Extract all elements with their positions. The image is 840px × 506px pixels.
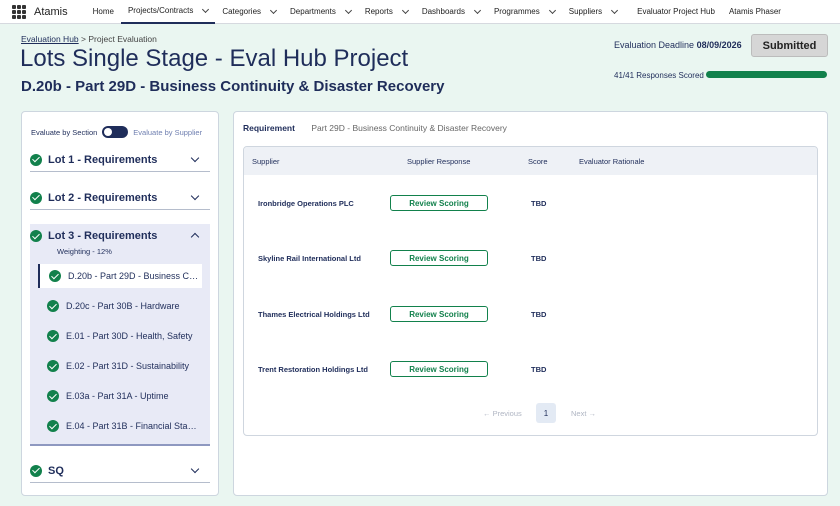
chevron-up-icon	[190, 232, 200, 242]
score-value: TBD	[531, 365, 547, 374]
requirement-item[interactable]: D.20c - Part 30B - Hardware	[38, 294, 202, 318]
score-value: TBD	[531, 254, 547, 263]
page-title: Lots Single Stage - Eval Hub Project	[20, 45, 409, 72]
column-evaluator-rationale: Evaluator Rationale	[579, 157, 645, 166]
review-scoring-button[interactable]: Review Scoring	[390, 361, 488, 377]
app-name[interactable]: Atamis	[34, 6, 68, 18]
requirement-item[interactable]: E.02 - Part 31D - Sustainability	[38, 354, 202, 378]
score-value: TBD	[531, 310, 547, 319]
nav-departments[interactable]: Departments	[283, 0, 358, 24]
requirement-item[interactable]: E.01 - Part 30D - Health, Safety	[38, 324, 202, 348]
review-scoring-button[interactable]: Review Scoring	[390, 250, 488, 266]
requirement-item[interactable]: D.20b - Part 29D - Business Continuity &…	[38, 264, 202, 288]
evaluate-mode-toggle-row: Evaluate by Section Evaluate by Supplier	[31, 126, 202, 138]
breadcrumb-current: Project Evaluation	[88, 34, 157, 44]
check-circle-icon	[47, 390, 59, 402]
check-circle-icon	[47, 330, 59, 342]
breadcrumb-separator: >	[81, 34, 86, 44]
breadcrumb: Evaluation Hub > Project Evaluation	[21, 34, 157, 44]
nav-programmes[interactable]: Programmes	[487, 0, 562, 24]
supplier-name: Ironbridge Operations PLC	[258, 199, 354, 208]
table-header: Supplier Supplier Response Score Evaluat…	[244, 147, 817, 175]
responses-progress-bar	[706, 71, 827, 78]
nav-evaluator-project-hub[interactable]: Evaluator Project Hub	[630, 0, 722, 24]
requirement-item[interactable]: E.04 - Part 31B - Financial Standing	[38, 414, 202, 438]
table-row: Skyline Rail International Ltd Review Sc…	[244, 230, 817, 285]
supplier-name: Skyline Rail International Ltd	[258, 254, 361, 263]
submitted-button[interactable]: Submitted	[751, 34, 828, 57]
toggle-label-section: Evaluate by Section	[31, 127, 98, 137]
chevron-down-icon	[611, 6, 619, 14]
requirement-summary: Requirement Part 29D - Business Continui…	[243, 123, 507, 133]
nav-suppliers[interactable]: Suppliers	[562, 0, 624, 24]
evaluate-mode-toggle[interactable]	[102, 126, 129, 138]
next-page-button[interactable]: Next →	[571, 409, 596, 418]
column-supplier-response: Supplier Response	[407, 157, 471, 166]
toggle-label-supplier: Evaluate by Supplier	[133, 127, 203, 137]
nav-atamis-phaser[interactable]: Atamis Phaser	[722, 0, 788, 24]
check-circle-icon	[47, 420, 59, 432]
responses-table: Supplier Supplier Response Score Evaluat…	[243, 146, 818, 436]
progress-fill	[706, 71, 827, 78]
app-launcher-icon[interactable]	[12, 4, 26, 19]
table-row: Thames Electrical Holdings Ltd Review Sc…	[244, 286, 817, 341]
table-row: Trent Restoration Holdings Ltd Review Sc…	[244, 341, 817, 396]
check-circle-icon	[47, 300, 59, 312]
lot-2-header[interactable]: Lot 2 - Requirements	[30, 186, 210, 210]
chevron-down-icon	[190, 153, 200, 163]
chevron-down-icon	[269, 6, 278, 14]
top-nav: Atamis Home Projects/Contracts Categorie…	[0, 0, 840, 24]
chevron-down-icon	[548, 6, 556, 14]
requirement-item[interactable]: E.03a - Part 31A - Uptime	[38, 384, 202, 408]
nav-home[interactable]: Home	[86, 0, 121, 24]
lot-3-header[interactable]: Lot 3 - Requirements	[30, 224, 210, 248]
column-score: Score	[528, 157, 548, 166]
check-circle-icon	[47, 360, 59, 372]
check-circle-icon	[30, 464, 42, 477]
sq-header[interactable]: SQ	[30, 459, 210, 483]
page-number-button[interactable]: 1	[536, 403, 556, 423]
check-circle-icon	[30, 230, 42, 242]
nav-dashboards[interactable]: Dashboards	[415, 0, 487, 24]
page-subtitle: D.20b - Part 29D - Business Continuity &…	[21, 78, 445, 95]
breadcrumb-evaluation-hub[interactable]: Evaluation Hub	[21, 34, 79, 44]
nav-projects-contracts[interactable]: Projects/Contracts	[120, 0, 216, 24]
evaluation-panel: Requirement Part 29D - Business Continui…	[233, 111, 828, 496]
supplier-name: Thames Electrical Holdings Ltd	[258, 310, 370, 319]
chevron-down-icon	[401, 6, 409, 14]
chevron-down-icon	[344, 6, 352, 14]
check-circle-icon	[49, 270, 61, 282]
chevron-down-icon	[473, 6, 482, 14]
review-scoring-button[interactable]: Review Scoring	[390, 195, 488, 211]
score-value: TBD	[531, 199, 547, 208]
chevron-down-icon	[202, 5, 210, 13]
deadline-value: 08/09/2026	[696, 40, 742, 50]
supplier-name: Trent Restoration Holdings Ltd	[258, 365, 368, 374]
responses-scored-text: 41/41 Responses Scored	[614, 71, 704, 80]
table-row: Ironbridge Operations PLC Review Scoring…	[244, 175, 817, 230]
check-circle-icon	[30, 153, 42, 166]
lot-1-header[interactable]: Lot 1 - Requirements	[30, 148, 210, 172]
evaluation-deadline: Evaluation Deadline 08/09/2026	[614, 40, 742, 50]
previous-page-button[interactable]: ← Previous	[483, 409, 522, 418]
chevron-down-icon	[190, 191, 200, 201]
review-scoring-button[interactable]: Review Scoring	[390, 306, 488, 322]
nav-categories[interactable]: Categories	[215, 0, 283, 24]
check-circle-icon	[30, 191, 42, 204]
chevron-down-icon	[190, 464, 200, 474]
lot-3-weighting: Weighting - 12%	[57, 247, 112, 256]
column-supplier: Supplier	[252, 157, 280, 166]
nav-reports[interactable]: Reports	[358, 0, 415, 24]
